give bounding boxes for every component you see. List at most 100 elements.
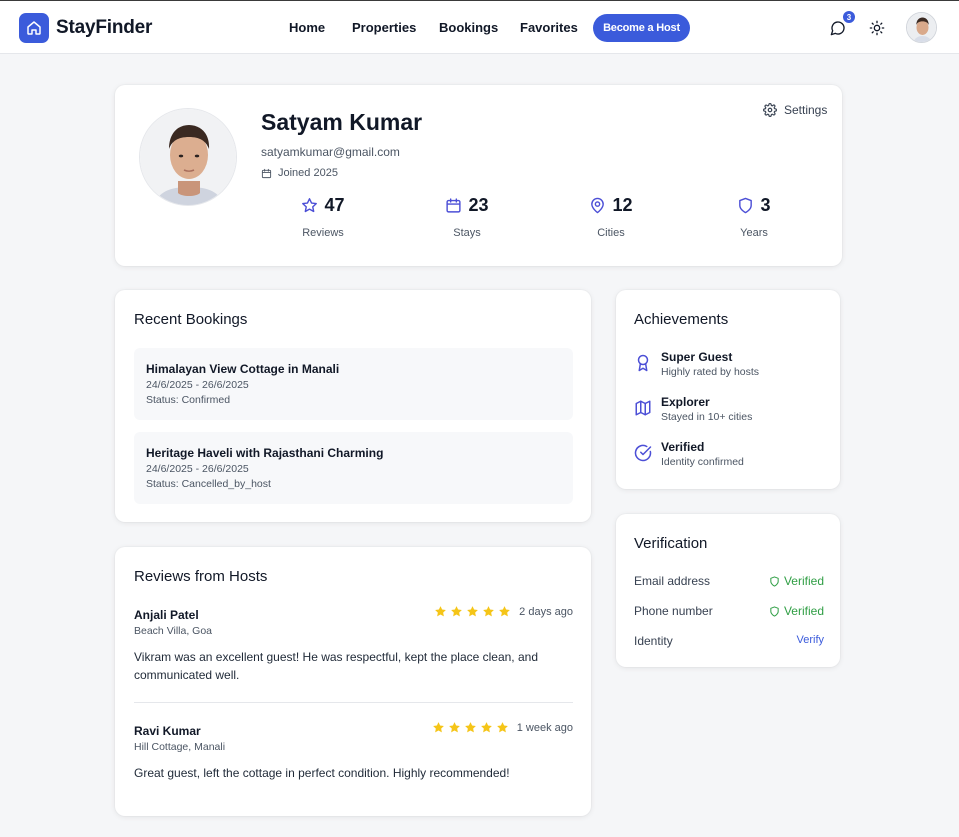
stat-value: 3 [760, 195, 771, 215]
star-icon [496, 722, 508, 733]
gear-icon [763, 103, 777, 117]
review-host-name: Ravi Kumar [134, 724, 201, 738]
booking-item[interactable]: Himalayan View Cottage in Manali 24/6/20… [134, 348, 573, 420]
chat-icon[interactable] [830, 20, 846, 41]
reviews-card: Reviews from Hosts Anjali Patel Beach Vi… [115, 547, 591, 816]
stat-value: 23 [468, 195, 489, 215]
profile-card: Satyam Kumar satyamkumar@gmail.com Joine… [115, 85, 842, 266]
review-time: 1 week ago [516, 721, 573, 734]
nav-link-bookings[interactable]: Bookings [439, 20, 498, 35]
card-title: Achievements [634, 311, 729, 328]
shield-icon [739, 197, 753, 214]
nav-link-properties[interactable]: Properties [352, 20, 416, 35]
brand-name: StayFinder [56, 17, 153, 38]
award-icon [634, 354, 654, 378]
verification-row-email: Email address Verified [634, 574, 824, 588]
verify-identity-link[interactable]: Verify [796, 634, 824, 646]
booking-item[interactable]: Heritage Haveli with Rajasthani Charming… [134, 432, 573, 504]
achievement-subtitle: Highly rated by hosts [661, 366, 760, 378]
verified-status: Verified [769, 604, 824, 618]
review-place: Hill Cottage, Manali [134, 741, 226, 753]
calendar-icon [261, 168, 272, 178]
verification-row-phone: Phone number Verified [634, 604, 824, 618]
settings-label: Settings [784, 103, 828, 117]
achievement-title: Super Guest [661, 350, 733, 364]
review-time: 2 days ago [519, 605, 573, 618]
map-icon [634, 399, 654, 423]
booking-status: Status: Confirmed [146, 394, 231, 406]
stat-label: Reviews [302, 227, 344, 239]
achievement-item: Verified Identity confirmed [634, 440, 744, 468]
check-circle-icon [634, 444, 654, 468]
booking-title: Heritage Haveli with Rajasthani Charming [146, 446, 384, 460]
star-icon [499, 606, 511, 617]
card-title: Verification [634, 535, 708, 552]
achievement-item: Explorer Stayed in 10+ cities [634, 395, 752, 423]
profile-email: satyamkumar@gmail.com [261, 145, 400, 159]
stat-reviews: 47 Reviews [263, 195, 383, 239]
card-title: Reviews from Hosts [134, 568, 268, 585]
star-icon [448, 722, 460, 733]
joined-info: Joined 2025 [261, 167, 338, 179]
achievement-subtitle: Identity confirmed [661, 456, 744, 468]
review-meta: 1 week ago [432, 721, 573, 734]
shield-icon [770, 605, 779, 617]
achievement-title: Explorer [661, 395, 710, 409]
star-icon [435, 606, 447, 617]
joined-text: Joined 2025 [278, 167, 338, 179]
star-icon [302, 198, 318, 213]
star-icon [480, 722, 492, 733]
star-icon [464, 722, 476, 733]
stat-label: Cities [597, 227, 625, 239]
verified-text: Verified [783, 604, 824, 618]
review-host-name: Anjali Patel [134, 608, 199, 622]
verified-text: Verified [783, 574, 824, 588]
star-icon [483, 606, 495, 617]
nav-link-home[interactable]: Home [289, 20, 325, 35]
review-text: Great guest, left the cottage in perfect… [134, 766, 510, 780]
home-logo-icon [19, 13, 49, 43]
star-icon [451, 606, 463, 617]
recent-bookings-card: Recent Bookings Himalayan View Cottage i… [115, 290, 591, 522]
booking-status: Status: Cancelled_by_host [146, 478, 271, 490]
user-avatar[interactable] [906, 12, 937, 43]
verification-label: Identity [634, 634, 673, 648]
stat-label: Stays [453, 227, 481, 239]
star-icon [467, 606, 479, 617]
achievement-title: Verified [661, 440, 705, 454]
verified-status: Verified [769, 574, 824, 588]
verification-card: Verification Email address Verified Phon… [616, 514, 840, 667]
notification-badge: 3 [843, 11, 855, 23]
stat-value: 12 [612, 195, 633, 215]
achievement-item: Super Guest Highly rated by hosts [634, 350, 759, 378]
calendar-icon [446, 198, 462, 213]
sun-icon[interactable] [869, 20, 885, 41]
divider [134, 702, 573, 703]
verification-label: Phone number [634, 604, 713, 618]
achievements-card: Achievements Super Guest Highly rated by… [616, 290, 840, 489]
achievement-subtitle: Stayed in 10+ cities [661, 411, 753, 423]
verification-label: Email address [634, 574, 711, 588]
stat-value: 47 [324, 195, 345, 215]
card-title: Recent Bookings [134, 311, 248, 328]
nav-link-favorites[interactable]: Favorites [520, 20, 578, 35]
verification-row-identity: Identity Verify [634, 634, 824, 648]
rating-stars [432, 721, 512, 734]
stat-years: 3 Years [694, 195, 814, 239]
stat-stays: 23 Stays [407, 195, 527, 239]
brand-logo[interactable]: StayFinder [19, 13, 152, 43]
review-text: Vikram was an excellent guest! He was re… [134, 650, 538, 682]
booking-dates: 24/6/2025 - 26/6/2025 [146, 463, 249, 475]
rating-stars [434, 605, 514, 618]
shield-icon [770, 575, 779, 587]
settings-button[interactable]: Settings [763, 103, 827, 117]
top-navbar: StayFinder Home Properties Bookings Favo… [0, 1, 959, 54]
booking-dates: 24/6/2025 - 26/6/2025 [146, 379, 249, 391]
stat-cities: 12 Cities [551, 195, 671, 239]
become-host-button[interactable]: Become a Host [593, 14, 690, 42]
review-place: Beach Villa, Goa [134, 625, 213, 637]
stat-label: Years [740, 227, 768, 239]
profile-name: Satyam Kumar [261, 109, 423, 135]
map-pin-icon [591, 197, 605, 214]
profile-photo [139, 108, 237, 206]
